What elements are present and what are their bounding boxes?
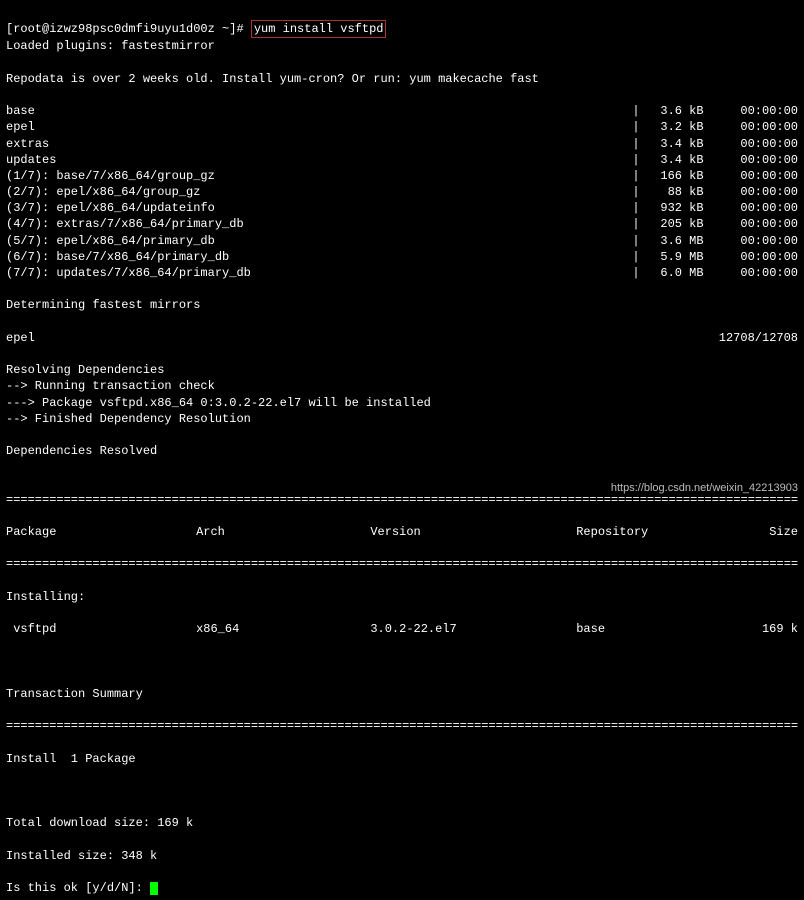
download-size: 5.9 MB	[644, 249, 704, 265]
download-size: 88 kB	[644, 184, 704, 200]
download-row: base|3.6 kB 00:00:00	[6, 103, 798, 119]
download-name: (2/7): epel/x86_64/group_gz	[6, 184, 200, 200]
blank2	[6, 783, 798, 799]
transaction-summary: Transaction Summary	[6, 686, 798, 702]
pkg-arch: x86_64	[196, 621, 370, 637]
epel-count-row: epel 12708/12708	[6, 330, 798, 346]
download-size: 932 kB	[644, 200, 704, 216]
download-row: (7/7): updates/7/x86_64/primary_db|6.0 M…	[6, 265, 798, 281]
download-time: 00:00:00	[718, 200, 798, 216]
highlighted-command: yum install vsftpd	[251, 20, 387, 38]
cursor-icon	[150, 882, 158, 895]
installed-size: Installed size: 348 k	[6, 848, 798, 864]
download-name: epel	[6, 119, 35, 135]
hr-bottom: ========================================…	[6, 718, 798, 734]
download-name: (4/7): extras/7/x86_64/primary_db	[6, 216, 244, 232]
hr-mid: ========================================…	[6, 556, 798, 572]
download-progress-block: base|3.6 kB 00:00:00epel|3.2 kB 00:00:00…	[6, 103, 798, 281]
download-name: (6/7): base/7/x86_64/primary_db	[6, 249, 229, 265]
resolve-line: ---> Package vsftpd.x86_64 0:3.0.2-22.el…	[6, 395, 798, 411]
download-time: 00:00:00	[718, 184, 798, 200]
epel-count: 12708/12708	[719, 330, 798, 346]
pkg-size: 169 k	[719, 621, 798, 637]
download-name: extras	[6, 136, 49, 152]
download-size: 3.6 kB	[644, 103, 704, 119]
col-size: Size	[719, 524, 798, 540]
download-time: 00:00:00	[718, 168, 798, 184]
package-table-body: vsftpd x86_64 3.0.2-22.el7 base 169 k	[6, 621, 798, 637]
download-name: (5/7): epel/x86_64/primary_db	[6, 233, 215, 249]
pkg-version: 3.0.2-22.el7	[370, 621, 576, 637]
pkg-repo: base	[576, 621, 719, 637]
download-time: 00:00:00	[718, 103, 798, 119]
epel-label: epel	[6, 330, 35, 346]
download-name: (1/7): base/7/x86_64/group_gz	[6, 168, 215, 184]
watermark: https://blog.csdn.net/weixin_42213903	[611, 481, 798, 496]
package-table: Package Arch Version Repository Size	[6, 524, 798, 540]
download-size: 3.4 kB	[644, 152, 704, 168]
download-size: 3.4 kB	[644, 136, 704, 152]
total-download: Total download size: 169 k	[6, 815, 798, 831]
download-size: 6.0 MB	[644, 265, 704, 281]
plugins-line: Loaded plugins: fastestmirror	[6, 38, 798, 54]
download-row: (1/7): base/7/x86_64/group_gz|166 kB 00:…	[6, 168, 798, 184]
resolve-block: Resolving Dependencies--> Running transa…	[6, 362, 798, 475]
download-row: (6/7): base/7/x86_64/primary_db|5.9 MB 0…	[6, 249, 798, 265]
terminal-output: [root@izwz98psc0dmfi9uyu1d00z ~]# yum in…	[0, 0, 804, 900]
download-time: 00:00:00	[718, 152, 798, 168]
pkg-name: vsftpd	[6, 621, 196, 637]
download-row: updates|3.4 kB 00:00:00	[6, 152, 798, 168]
download-size: 166 kB	[644, 168, 704, 184]
table-row: vsftpd x86_64 3.0.2-22.el7 base 169 k	[6, 621, 798, 637]
confirm-prompt[interactable]: Is this ok [y/d/N]:	[6, 881, 150, 895]
download-row: (5/7): epel/x86_64/primary_db|3.6 MB 00:…	[6, 233, 798, 249]
table-header: Package Arch Version Repository Size	[6, 524, 798, 540]
download-row: (4/7): extras/7/x86_64/primary_db|205 kB…	[6, 216, 798, 232]
download-time: 00:00:00	[718, 216, 798, 232]
col-version: Version	[370, 524, 576, 540]
download-row: epel|3.2 kB 00:00:00	[6, 119, 798, 135]
col-repo: Repository	[576, 524, 719, 540]
download-size: 3.6 MB	[644, 233, 704, 249]
download-time: 00:00:00	[718, 249, 798, 265]
installing-label: Installing:	[6, 589, 798, 605]
download-row: (2/7): epel/x86_64/group_gz|88 kB 00:00:…	[6, 184, 798, 200]
download-name: updates	[6, 152, 56, 168]
resolve-line	[6, 459, 798, 475]
download-size: 205 kB	[644, 216, 704, 232]
resolve-line: Resolving Dependencies	[6, 362, 798, 378]
resolve-line	[6, 427, 798, 443]
download-time: 00:00:00	[718, 136, 798, 152]
download-name: base	[6, 103, 35, 119]
download-row: extras|3.4 kB 00:00:00	[6, 136, 798, 152]
download-size: 3.2 kB	[644, 119, 704, 135]
resolve-line: --> Running transaction check	[6, 378, 798, 394]
download-time: 00:00:00	[718, 265, 798, 281]
download-time: 00:00:00	[718, 233, 798, 249]
download-row: (3/7): epel/x86_64/updateinfo|932 kB 00:…	[6, 200, 798, 216]
resolve-line: --> Finished Dependency Resolution	[6, 411, 798, 427]
determining-mirrors: Determining fastest mirrors	[6, 297, 798, 313]
col-arch: Arch	[196, 524, 370, 540]
download-name: (3/7): epel/x86_64/updateinfo	[6, 200, 215, 216]
repodata-line: Repodata is over 2 weeks old. Install yu…	[6, 71, 798, 87]
install-count: Install 1 Package	[6, 751, 798, 767]
blank	[6, 654, 798, 670]
download-name: (7/7): updates/7/x86_64/primary_db	[6, 265, 251, 281]
shell-prompt: [root@izwz98psc0dmfi9uyu1d00z ~]#	[6, 22, 251, 36]
col-package: Package	[6, 524, 196, 540]
resolve-line: Dependencies Resolved	[6, 443, 798, 459]
download-time: 00:00:00	[718, 119, 798, 135]
